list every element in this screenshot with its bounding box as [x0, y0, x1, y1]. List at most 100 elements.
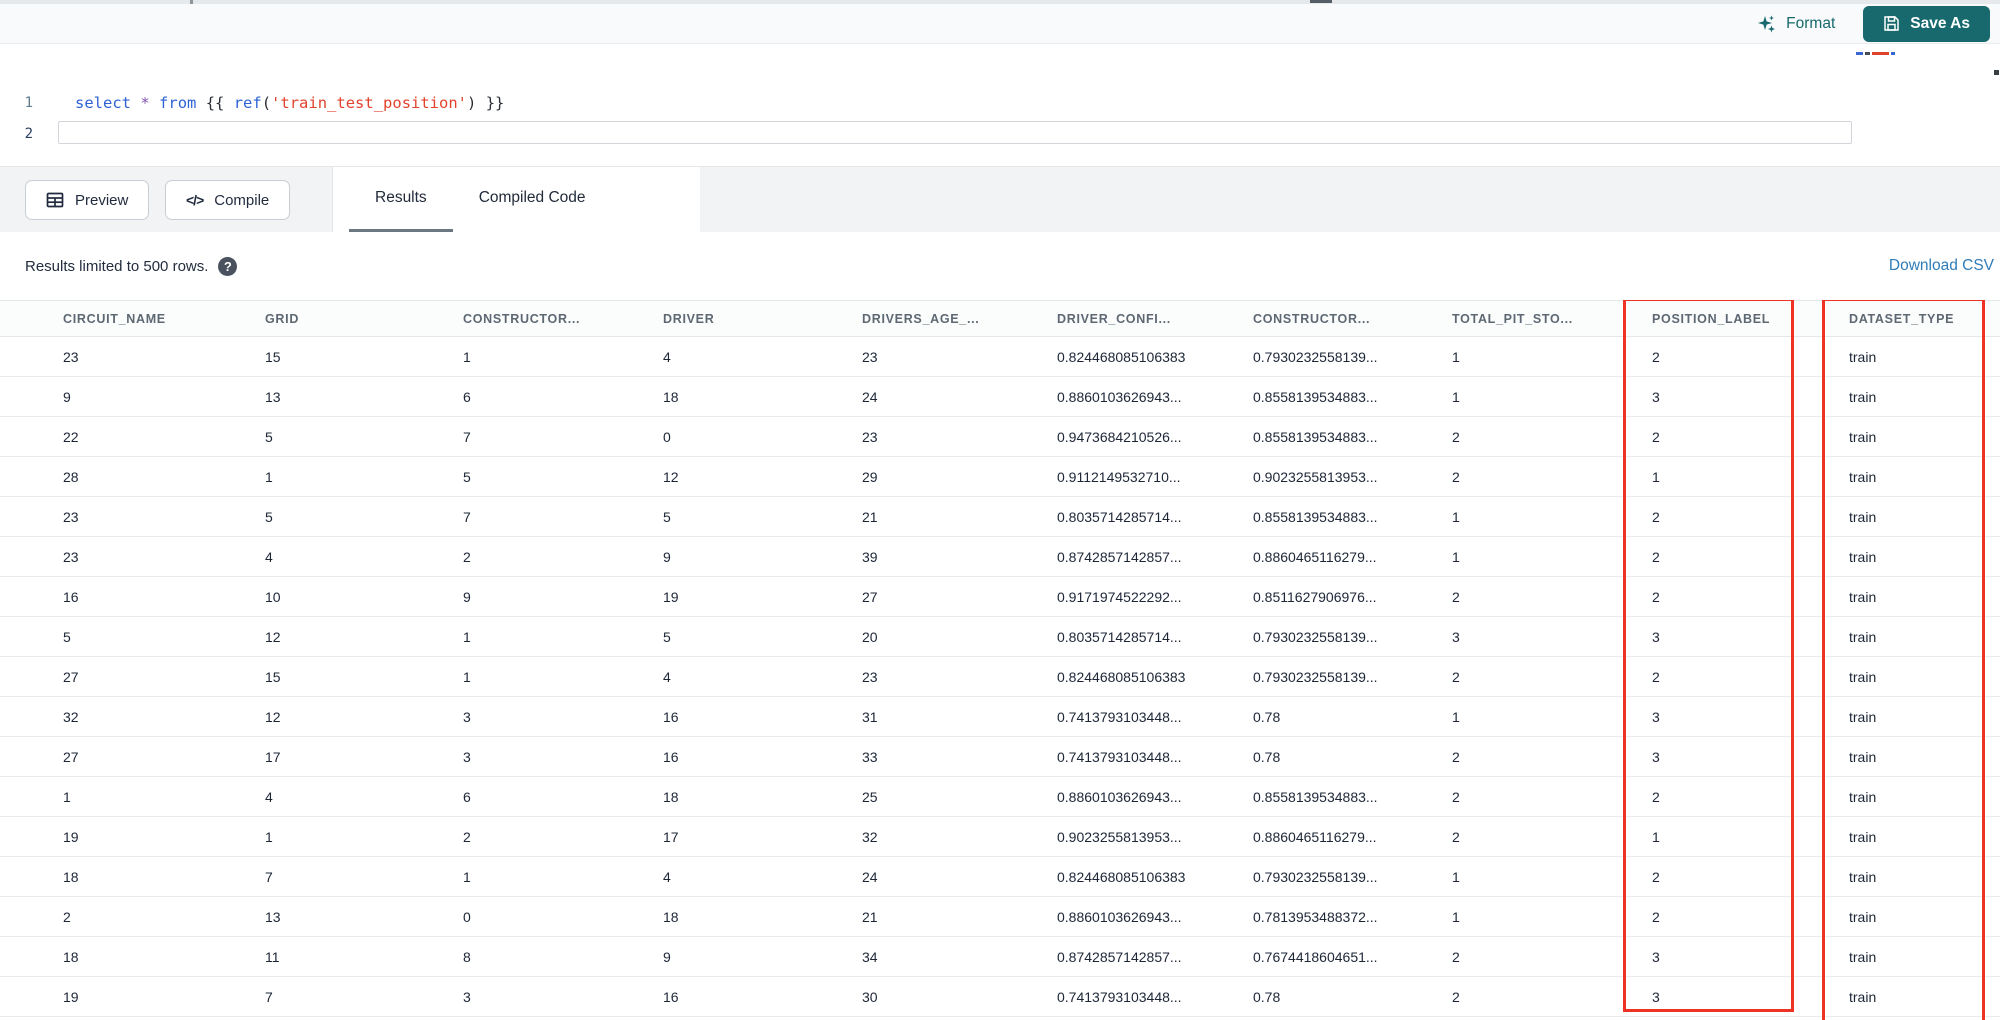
preview-button[interactable]: Preview	[25, 180, 150, 220]
code-editor[interactable]: 1 2 select * from {{ ref('train_test_pos…	[0, 44, 2000, 166]
table-cell: train	[1849, 948, 1877, 965]
table-cell: 19	[63, 988, 79, 1005]
table-cell: 12	[663, 468, 679, 485]
table-cell: 18	[663, 788, 679, 805]
table-cell: train	[1849, 708, 1877, 725]
editor-top-bar: Format Save As	[0, 4, 2000, 44]
editor-minimap[interactable]	[1856, 52, 1904, 56]
table-cell: 5	[265, 428, 273, 445]
table-cell: 5	[663, 508, 671, 525]
table-cell: 0.8860103626943...	[1057, 908, 1182, 925]
table-cell: 29	[862, 468, 878, 485]
table-cell: 27	[63, 668, 79, 685]
table-cell: 0.7930232558139...	[1253, 868, 1378, 885]
download-csv-link[interactable]: Download CSV	[1889, 257, 1994, 275]
table-row: 1 4 6 18 25 0.8860103626943... 0.8558139534883…	[0, 777, 2000, 817]
table-cell: 20	[862, 628, 878, 645]
table-cell: 23	[63, 508, 79, 525]
table-cell: 16	[663, 748, 679, 765]
table-cell: 0.8511627906976...	[1253, 588, 1377, 605]
table-cell: train	[1849, 428, 1877, 445]
table-cell: train	[1849, 628, 1877, 645]
table-cell: 2	[1452, 668, 1460, 685]
table-cell: 17	[265, 748, 281, 765]
table-cell: 13	[265, 908, 281, 925]
table-cell: train	[1849, 828, 1877, 845]
table-cell: 18	[663, 388, 679, 405]
column-header: POSITION_LABEL	[1652, 311, 1771, 326]
table-cell: 15	[265, 348, 281, 365]
table-cell: 0	[663, 428, 671, 445]
table-row: 27 15 1 4 23 0.824468085106383 0.7930232558139…	[0, 657, 2000, 697]
table-cell: 1	[265, 828, 273, 845]
table-cell: 32	[862, 828, 878, 845]
table-cell: 2	[463, 828, 471, 845]
save-as-button[interactable]: Save As	[1863, 5, 1990, 42]
table-row: 28 1 5 12 29 0.9112149532710... 0.902325581395…	[0, 457, 2000, 497]
table-cell: 1	[1452, 908, 1460, 925]
table-row: 18 11 8 9 34 0.8742857142857... 0.767441860465…	[0, 937, 2000, 977]
table-row: 32 12 3 16 31 0.7413793103448... 0.78 1 3 train	[0, 697, 2000, 737]
table-cell: 4	[663, 668, 671, 685]
results-toolbar: Preview </> Compile Results Compiled Cod…	[0, 166, 2000, 233]
table-cell: 1	[1452, 508, 1460, 525]
table-cell: 3	[463, 988, 471, 1005]
table-cell: 12	[265, 628, 281, 645]
format-button[interactable]: Format	[1757, 14, 1835, 34]
table-cell: 0.8742857142857...	[1057, 548, 1182, 565]
table-cell: 10	[265, 588, 281, 605]
table-cell: 18	[63, 948, 79, 965]
table-cell: 3	[1652, 988, 1660, 1005]
table-cell: train	[1849, 668, 1877, 685]
table-cell: 1	[1452, 348, 1460, 365]
column-header: CIRCUIT_NAME	[63, 311, 166, 326]
table-cell: 2	[1452, 428, 1460, 445]
table-cell: 32	[63, 708, 79, 725]
table-cell: 3	[463, 708, 471, 725]
table-cell: 24	[862, 388, 878, 405]
table-cell: 9	[663, 948, 671, 965]
table-cell: 2	[463, 548, 471, 565]
table-cell: 0.7930232558139...	[1253, 628, 1378, 645]
table-cell: 1	[1652, 828, 1660, 845]
results-table: CIRCUIT_NAME GRID CONSTRUCTOR... DRIVER DRIV…	[0, 300, 2000, 1020]
tab-compiled-code[interactable]: Compiled Code	[453, 167, 612, 233]
table-cell: 13	[265, 388, 281, 405]
table-cell: 0.8860465116279...	[1253, 828, 1377, 845]
table-cell: 19	[663, 588, 679, 605]
help-icon[interactable]: ?	[218, 256, 238, 276]
table-cell: 0.8558139534883...	[1253, 788, 1378, 805]
table-cell: 4	[265, 548, 273, 565]
table-cell: 34	[862, 948, 878, 965]
table-row: 2 13 0 18 21 0.8860103626943... 0.781395348837…	[0, 897, 2000, 937]
table-cell: 1	[1452, 388, 1460, 405]
table-cell: train	[1849, 868, 1877, 885]
table-cell: 23	[63, 348, 79, 365]
table-cell: 12	[265, 708, 281, 725]
format-label: Format	[1786, 14, 1836, 32]
table-cell: 1	[1452, 868, 1460, 885]
table-cell: 39	[862, 548, 878, 565]
table-cell: 0.7413793103448...	[1057, 708, 1182, 725]
table-cell: 2	[1452, 748, 1460, 765]
compile-button[interactable]: </> Compile	[165, 180, 291, 220]
table-row: 23 5 7 5 21 0.8035714285714... 0.8558139534883…	[0, 497, 2000, 537]
table-cell: 0.8860103626943...	[1057, 388, 1182, 405]
tab-results[interactable]: Results	[349, 167, 453, 233]
table-cell: 7	[265, 868, 273, 885]
column-header: TOTAL_PIT_STO...	[1452, 311, 1573, 326]
table-cell: 23	[862, 428, 878, 445]
table-cell: 1	[265, 468, 273, 485]
column-header: CONSTRUCTOR...	[1253, 311, 1371, 326]
column-header: GRID	[265, 311, 300, 326]
table-cell: 3	[1652, 628, 1660, 645]
table-cell: 6	[463, 388, 471, 405]
table-cell: 2	[1652, 548, 1660, 565]
table-cell: 5	[663, 628, 671, 645]
table-cell: 0.824468085106383	[1057, 668, 1186, 685]
table-cell: 1	[463, 668, 471, 685]
column-header: DRIVERS_AGE_...	[862, 311, 980, 326]
table-row: 22 5 7 0 23 0.9473684210526... 0.8558139534883…	[0, 417, 2000, 457]
table-cell: 2	[1452, 948, 1460, 965]
table-row: 23 4 2 9 39 0.8742857142857... 0.8860465116279…	[0, 537, 2000, 577]
